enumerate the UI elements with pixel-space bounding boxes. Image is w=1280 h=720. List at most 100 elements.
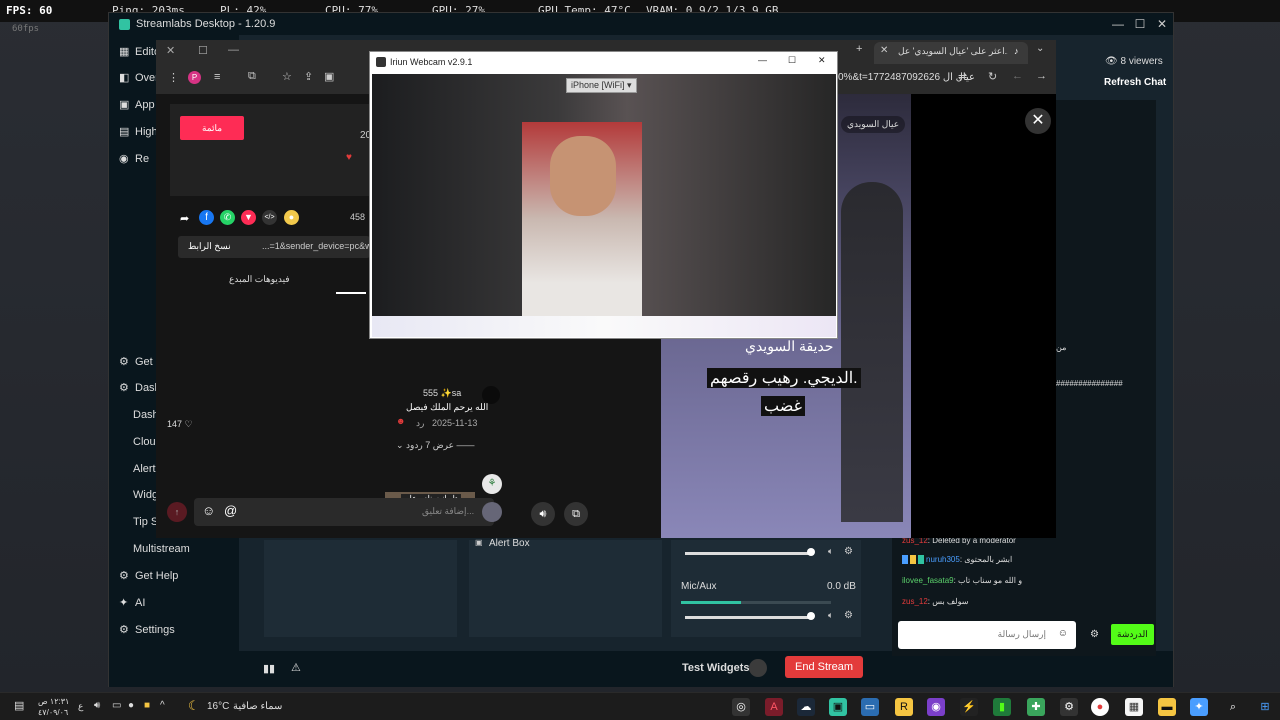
back-icon[interactable]: → [1036,70,1047,82]
taskbar-steam-icon[interactable]: ☁ [797,698,815,716]
microphone-icon[interactable]: ● [128,700,134,711]
end-stream-button[interactable]: End Stream [785,656,864,678]
mention-icon[interactable]: @ [224,503,237,518]
volume-slider-desktop[interactable] [685,552,810,555]
more-share-icon[interactable]: ● [284,210,299,225]
taskbar-app-r-icon[interactable]: R [895,698,913,716]
taskbar-copilot-icon[interactable]: ✦ [1190,698,1208,716]
reload-icon[interactable]: ↻ [988,70,997,83]
new-tab-icon[interactable]: + [856,43,862,55]
slider-thumb[interactable] [807,548,815,556]
send-comment-button[interactable]: ↑ [167,502,187,522]
taskbar-app-window-icon[interactable]: ▭ [861,698,879,716]
comment-likes[interactable]: 147 ♡ [167,419,193,430]
maximize-icon[interactable]: ☐ [198,44,208,57]
test-widgets-button[interactable]: Test Widgets [682,662,750,674]
tab-search-icon[interactable]: ⌄ [1036,43,1044,54]
chat-settings-icon[interactable]: ⚙ [1090,629,1099,640]
tray-app-icon[interactable]: ■ [144,700,150,711]
share-icon[interactable]: ⇪ [304,70,313,83]
minimize-icon[interactable]: — [228,44,239,56]
sidebar-item-widgets[interactable]: Widg [133,489,158,501]
close-icon[interactable]: ✕ [166,44,175,57]
speaker-icon[interactable]: 🔈︎ [828,546,833,557]
clock-date[interactable]: ٤٧/٠٩/٠٦ [38,708,68,717]
bookmark-star-icon[interactable]: ☆ [282,70,292,83]
taskbar-app-chart-icon[interactable]: ▮ [993,698,1011,716]
alert-icon[interactable]: ⚠ [291,661,301,674]
copy-link-button[interactable]: نسخ الرابط [188,241,231,252]
share-arrow-icon[interactable]: ➦ [180,212,189,225]
emoji-icon[interactable]: ☺ [202,503,215,518]
minimize-icon[interactable]: — [1107,13,1129,35]
browser-tab[interactable]: ✕ اعثر على 'عيال السويدي' عل... ♪ [874,42,1028,64]
close-icon[interactable]: ✕ [818,55,826,66]
stats-icon[interactable]: ▮▮ [263,662,275,675]
minimize-icon[interactable]: — [758,55,767,65]
pip-icon[interactable]: ⧉ [564,502,588,526]
menu-icon[interactable]: ⋮ [168,71,179,84]
taskbar-chrome-icon[interactable]: ● [1091,698,1109,716]
volume-icon[interactable]: 🔊︎ [531,502,555,526]
site-info-icon[interactable]: ⇌ [958,70,967,83]
sidebar-item-get-help[interactable]: ⚙ Get Help [119,569,178,583]
url-field[interactable]: 0%&t=1772487092626 عيال ال [838,72,975,83]
taskbar-folder-icon[interactable]: ▬ [1158,698,1176,716]
refresh-chat-button[interactable]: Refresh Chat [1104,77,1166,88]
slider-thumb[interactable] [807,612,815,620]
extensions-icon[interactable]: ⧉ [248,70,256,83]
taskbar-app-settings-icon[interactable]: ⚙ [1060,698,1078,716]
sidebar-item-ai[interactable]: ✦ AI [119,596,145,610]
sidebar-item-recordings[interactable]: ◉ Re [119,152,149,166]
avatar[interactable]: ⚘ [482,474,502,494]
comment-input[interactable]: ☺ @ إضافة تعليق... [194,498,502,526]
gear-icon[interactable]: ⚙ [844,610,853,621]
list-button[interactable]: مائمة [180,116,244,140]
view-replies-button[interactable]: ⌄ عرض 7 ردود —— [396,440,475,451]
notification-icon[interactable]: ▤ [14,699,24,712]
reading-list-icon[interactable]: ≡ [214,71,220,83]
device-select[interactable]: iPhone [WiFi] ▾ [566,78,637,93]
send-icon[interactable]: ▼ [241,210,256,225]
taskbar-app-iriun-icon[interactable]: ◎ [732,698,750,716]
rec-button[interactable] [749,659,767,677]
language-indicator[interactable]: ع [78,701,83,712]
chat-send-button[interactable]: الدردشة [1111,624,1154,645]
close-video-icon[interactable]: ✕ [1025,108,1051,134]
taskbar-store-icon[interactable]: ▦ [1125,698,1143,716]
profile-avatar[interactable]: P [188,71,201,84]
sidebar-item-highlighter[interactable]: ▤ Highl [119,125,160,139]
embed-icon[interactable]: </> [262,210,277,225]
close-icon[interactable]: ✕ [1151,13,1173,35]
chat-input[interactable]: إرسال رسالة ☺ [898,621,1076,649]
speaker-icon[interactable]: 🔈︎ [828,610,833,621]
sidebar-item-multistream[interactable]: Multistream [133,543,190,555]
taskbar-app-a-icon[interactable]: A [765,698,783,716]
link-text[interactable]: ...=1&sender_device=pc&web_ [262,241,387,251]
weather-temp[interactable]: 16°C [207,701,229,712]
network-icon[interactable]: ▭ [112,700,121,711]
clock-time[interactable]: ١٢:٣١ ص [38,697,69,706]
close-tab-icon[interactable]: ✕ [880,45,888,56]
taskbar-app-grid-icon[interactable]: ✚ [1027,698,1045,716]
chevron-up-icon[interactable]: ^ [160,700,165,711]
sidebar-item-alert-box[interactable]: Alert [133,463,156,475]
windows-start-icon[interactable]: ⊞ [1256,698,1274,716]
volume-slider-mic[interactable] [685,616,810,619]
taskbar-obs-icon[interactable]: ◉ [927,698,945,716]
whatsapp-icon[interactable]: ✆ [220,210,235,225]
volume-icon[interactable]: 🔊︎ [94,700,100,711]
comment-username[interactable]: 555 ✨sa [423,388,461,399]
screenshot-icon[interactable]: ▣ [324,70,334,83]
weather-text[interactable]: سماء صافية [233,701,282,712]
search-icon[interactable]: ⌕ [1224,698,1242,716]
creator-tag[interactable]: عيال السويدي [841,116,906,133]
creator-videos-tab[interactable]: فيديوهات المبدع [229,274,290,285]
alert-box-source[interactable]: Alert Box [489,538,530,549]
emoji-icon[interactable]: ☺ [1058,628,1068,639]
taskbar-app-arrow-icon[interactable]: ⚡ [960,698,978,716]
reply-link[interactable]: رد [416,418,424,429]
gear-icon[interactable]: ⚙ [844,546,853,557]
taskbar-streamlabs-icon[interactable]: ▣ [829,698,847,716]
maximize-icon[interactable]: ☐ [1129,13,1151,35]
